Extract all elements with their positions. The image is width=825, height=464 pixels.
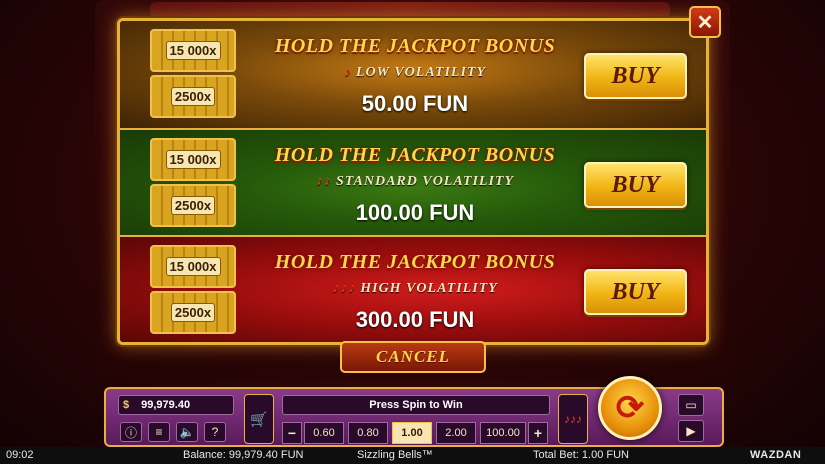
buy-button-high[interactable]: BUY xyxy=(584,269,687,315)
multiplier-badge: 2500x xyxy=(170,303,216,322)
offer-title: HOLD THE JACKPOT BONUS xyxy=(274,144,556,166)
game-screen: 15 000x 2500x HOLD THE JACKPOT BONUS ♪ LO… xyxy=(0,0,825,464)
menu-button[interactable]: ≡ xyxy=(148,422,170,442)
info-button[interactable]: ⓘ xyxy=(120,422,142,442)
jackpot-thumbnail-bottom: 2500x xyxy=(150,75,236,118)
offer-standard-volatility: 15 000x 2500x HOLD THE JACKPOT BONUS ♪♪ S… xyxy=(120,128,706,235)
game-name: Sizzling Bells™ xyxy=(357,449,433,461)
footer-total-bet: Total Bet: 1.00 FUN xyxy=(533,449,629,461)
help-button[interactable]: ? xyxy=(204,422,226,442)
background-logo-strip xyxy=(150,2,670,18)
autoplay-icon: ▶ xyxy=(686,424,696,438)
volatility-button[interactable]: ♪♪♪ xyxy=(558,394,588,444)
multiplier-badge: 2500x xyxy=(170,196,216,215)
offer-volatility: ♪♪♪ HIGH VOLATILITY xyxy=(250,281,580,297)
chili-icon: ♪♪♪ xyxy=(564,412,582,426)
close-icon: ✕ xyxy=(696,11,714,34)
message-panel: Press Spin to Win xyxy=(282,395,550,415)
volatility-label: HIGH VOLATILITY xyxy=(360,281,498,296)
jackpot-thumbnail-top: 15 000x xyxy=(150,138,236,181)
buy-button-standard[interactable]: BUY xyxy=(584,162,687,208)
offer-volatility: ♪ LOW VOLATILITY xyxy=(250,65,580,81)
multiplier-badge: 2500x xyxy=(170,87,216,106)
offer-title: HOLD THE JACKPOT BONUS xyxy=(274,251,556,273)
bet-option[interactable]: 0.80 xyxy=(348,422,388,444)
bet-option[interactable]: 2.00 xyxy=(436,422,476,444)
bet-option[interactable]: 0.60 xyxy=(304,422,344,444)
offer-low-volatility: 15 000x 2500x HOLD THE JACKPOT BONUS ♪ LO… xyxy=(120,21,706,128)
cancel-button[interactable]: CANCEL xyxy=(340,341,486,373)
sound-button[interactable]: 🔈 xyxy=(176,422,198,442)
multiplier-badge: 15 000x xyxy=(165,257,221,276)
bet-option[interactable]: 100.00 xyxy=(480,422,526,444)
status-footer: 09:02 Balance: 99,979.40 FUN Sizzling Be… xyxy=(0,447,825,464)
volatility-label: LOW VOLATILITY xyxy=(355,65,487,80)
autoplay-button[interactable]: ▶ xyxy=(678,420,704,442)
balance-value: 99,979.40 xyxy=(141,399,191,411)
help-icon: ? xyxy=(211,425,219,439)
buy-bonus-dialog: 15 000x 2500x HOLD THE JACKPOT BONUS ♪ LO… xyxy=(117,18,709,345)
close-button[interactable]: ✕ xyxy=(689,6,721,38)
multiplier-badge: 15 000x xyxy=(165,41,221,60)
speaker-icon: 🔈 xyxy=(179,425,195,439)
volatility-label: STANDARD VOLATILITY xyxy=(335,174,515,189)
offer-price: 300.00 FUN xyxy=(355,307,475,332)
jackpot-thumbnail-top: 15 000x xyxy=(150,245,236,288)
buy-feature-button[interactable]: 🛒 xyxy=(244,394,274,444)
bet-option-selected[interactable]: 1.00 xyxy=(392,422,432,444)
footer-balance: Balance: 99,979.40 FUN xyxy=(183,449,304,461)
increase-bet-button[interactable]: + xyxy=(528,422,548,444)
cart-icon: 🛒 xyxy=(250,410,268,427)
jackpot-thumbnail-bottom: 2500x xyxy=(150,291,236,334)
menu-icon: ≡ xyxy=(155,425,163,439)
spin-button[interactable]: ⟳ xyxy=(598,376,662,440)
offer-title: HOLD THE JACKPOT BONUS xyxy=(274,35,556,57)
offer-thumbnails: 15 000x 2500x xyxy=(150,29,236,121)
card-icon: ▭ xyxy=(685,398,697,412)
offer-price: 100.00 FUN xyxy=(355,200,475,225)
chili-icon: ♪♪ xyxy=(315,174,332,189)
offer-thumbnails: 15 000x 2500x xyxy=(150,138,236,230)
chili-icon: ♪ xyxy=(343,65,352,80)
wazdan-logo: WAZDAN xyxy=(750,449,802,461)
decrease-bet-button[interactable]: − xyxy=(282,422,302,444)
buy-button-low[interactable]: BUY xyxy=(584,53,687,99)
money-bag-icon: $ xyxy=(123,399,130,411)
gamble-button[interactable]: ▭ xyxy=(678,394,704,416)
offer-high-volatility: 15 000x 2500x HOLD THE JACKPOT BONUS ♪♪♪… xyxy=(120,235,706,342)
balance-box: $ 99,979.40 xyxy=(118,395,234,415)
multiplier-badge: 15 000x xyxy=(165,150,221,169)
chili-icon: ♪♪♪ xyxy=(332,281,357,296)
clock: 09:02 xyxy=(6,449,34,461)
spin-arrows-icon: ⟳ xyxy=(615,389,645,427)
info-icon: ⓘ xyxy=(124,425,137,440)
jackpot-thumbnail-bottom: 2500x xyxy=(150,184,236,227)
offer-thumbnails: 15 000x 2500x xyxy=(150,245,236,337)
offer-price: 50.00 FUN xyxy=(361,91,469,116)
offer-volatility: ♪♪ STANDARD VOLATILITY xyxy=(250,174,580,190)
jackpot-thumbnail-top: 15 000x xyxy=(150,29,236,72)
